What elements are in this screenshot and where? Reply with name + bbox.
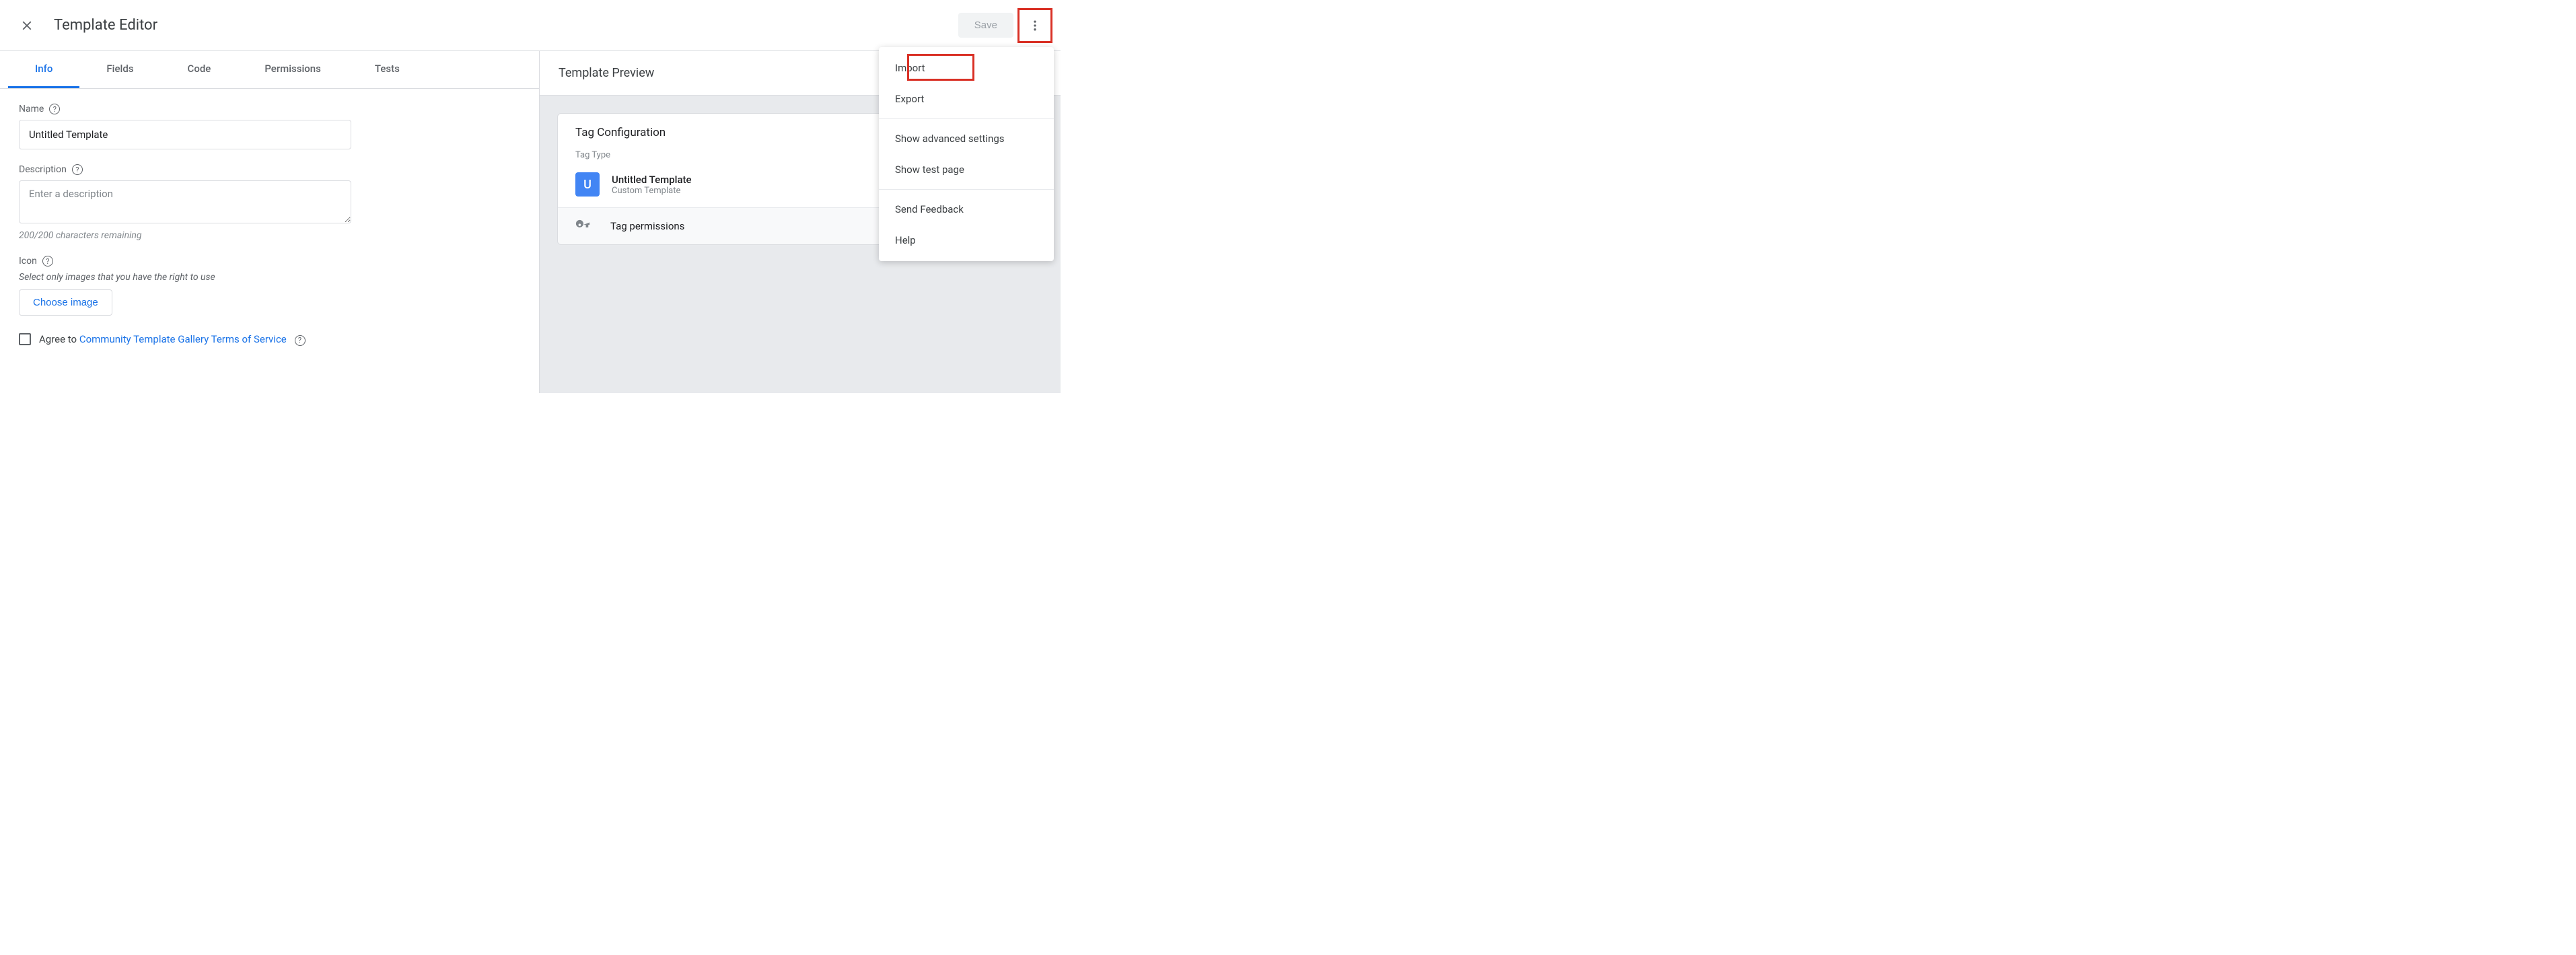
tab-tests[interactable]: Tests (348, 51, 427, 88)
menu-item-export[interactable]: Export (879, 83, 1054, 114)
agree-checkbox[interactable] (19, 333, 31, 345)
help-icon[interactable]: ? (295, 335, 306, 346)
close-icon (20, 18, 34, 33)
tab-fields[interactable]: Fields (79, 51, 160, 88)
name-field-row: Name ? (19, 104, 520, 149)
icon-label-row: Icon ? (19, 256, 520, 267)
tag-badge: U (575, 172, 600, 197)
choose-image-button[interactable]: Choose image (19, 289, 112, 316)
form-area: Name ? Description ? 200/200 characters … (0, 89, 539, 361)
description-textarea[interactable] (19, 180, 351, 223)
help-icon[interactable]: ? (72, 164, 83, 175)
icon-label: Icon (19, 256, 37, 267)
description-field-row: Description ? 200/200 characters remaini… (19, 164, 520, 241)
editor-pane: Info Fields Code Permissions Tests Name … (0, 51, 540, 393)
key-icon (575, 219, 590, 234)
tabs-bar: Info Fields Code Permissions Tests (0, 51, 539, 89)
menu-item-help[interactable]: Help (879, 225, 1054, 256)
header-bar: Template Editor Save (0, 0, 1061, 51)
tag-name: Untitled Template (612, 174, 692, 186)
description-label: Description (19, 164, 67, 175)
icon-hint: Select only images that you have the rig… (19, 272, 520, 283)
name-input[interactable] (19, 120, 351, 149)
tab-permissions[interactable]: Permissions (238, 51, 348, 88)
tag-subtitle: Custom Template (612, 186, 692, 196)
permissions-label: Tag permissions (610, 220, 684, 232)
agree-row: Agree to Community Template Gallery Term… (19, 333, 520, 346)
menu-divider (879, 118, 1054, 119)
more-menu-button[interactable] (1020, 11, 1050, 40)
icon-field-row: Icon ? Select only images that you have … (19, 256, 520, 316)
character-count: 200/200 characters remaining (19, 230, 520, 241)
menu-item-advanced[interactable]: Show advanced settings (879, 123, 1054, 154)
more-vert-icon (1028, 19, 1042, 32)
agree-text: Agree to Community Template Gallery Term… (39, 333, 306, 346)
tab-info[interactable]: Info (8, 51, 79, 88)
name-label: Name (19, 104, 44, 114)
menu-item-feedback[interactable]: Send Feedback (879, 194, 1054, 225)
save-button[interactable]: Save (958, 13, 1013, 38)
menu-divider (879, 189, 1054, 190)
tag-info: Untitled Template Custom Template (612, 174, 692, 196)
name-label-row: Name ? (19, 104, 520, 114)
help-icon[interactable]: ? (42, 256, 53, 267)
page-title: Template Editor (54, 17, 958, 34)
overflow-menu: Import Export Show advanced settings Sho… (879, 47, 1054, 261)
tab-code[interactable]: Code (161, 51, 238, 88)
agree-prefix: Agree to (39, 333, 79, 345)
menu-item-import[interactable]: Import (879, 52, 1054, 83)
menu-item-test-page[interactable]: Show test page (879, 154, 1054, 185)
close-button[interactable] (11, 9, 43, 42)
description-label-row: Description ? (19, 164, 520, 175)
help-icon[interactable]: ? (49, 104, 60, 114)
terms-link[interactable]: Community Template Gallery Terms of Serv… (79, 333, 287, 345)
